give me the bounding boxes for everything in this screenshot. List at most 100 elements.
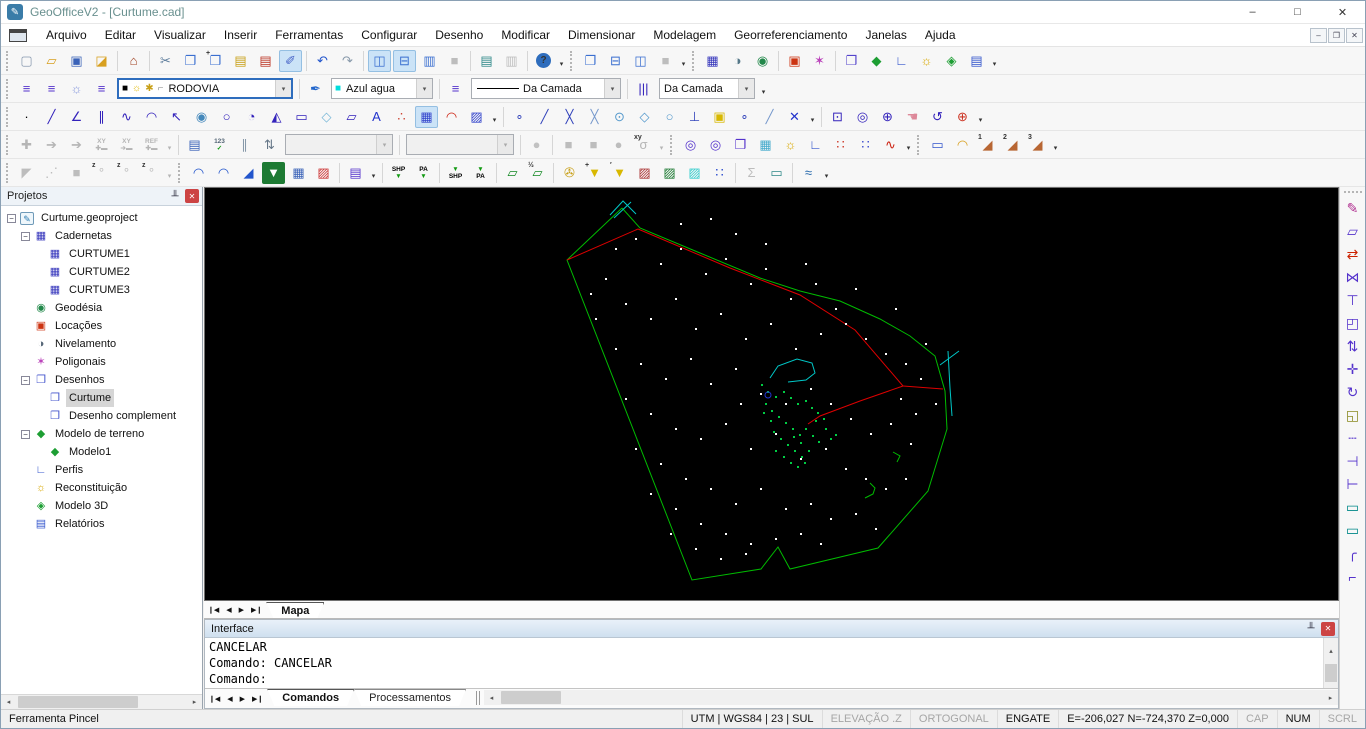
split-horizontal-icon[interactable]: ⊟ xyxy=(393,49,416,72)
maximize-button[interactable]: □ xyxy=(1275,1,1320,23)
zoom-extents-icon[interactable]: ◎ xyxy=(851,106,874,128)
layer-states-icon[interactable]: ≡ xyxy=(40,78,63,100)
target-circle-icon[interactable]: ◎ xyxy=(679,134,702,156)
terrain-model-icon[interactable]: ◆ xyxy=(865,50,888,72)
xy-view-icon[interactable]: ▥ xyxy=(418,50,441,72)
invert-order-icon[interactable]: ⇅ xyxy=(258,134,281,156)
tree-item-curtume[interactable]: ❐ Curtume xyxy=(35,389,202,407)
globe-icon[interactable]: ◉ xyxy=(751,50,774,72)
ruler-icon[interactable]: ▭ xyxy=(926,134,949,156)
rotated-rect-tool-icon[interactable]: ◇ xyxy=(315,106,338,128)
pa-import-icon[interactable]: PA ▼ xyxy=(412,162,435,184)
mirror-icon[interactable]: ⋈ xyxy=(1342,266,1364,289)
arc-tool-icon[interactable]: ◠ xyxy=(140,106,163,128)
nav-next-icon[interactable]: ▶ xyxy=(239,606,244,614)
polyline-tool-icon[interactable]: ∠ xyxy=(65,106,88,128)
view-disabled-icon[interactable]: ■ xyxy=(443,50,466,72)
xy-insert-icon[interactable]: XY ✚▬ xyxy=(90,134,113,156)
mdi-minimize-button[interactable]: – xyxy=(1310,27,1327,43)
snap-quadrant-icon[interactable]: ◇ xyxy=(633,106,656,128)
selection1-disabled-icon[interactable]: ■ xyxy=(557,134,580,156)
traverse-icon[interactable]: ✶ xyxy=(808,50,831,72)
circle-tangent-tool-icon[interactable]: ◭ xyxy=(265,106,288,128)
no-hatch-icon[interactable]: ▨ xyxy=(312,162,335,184)
zpoint2-disabled-icon[interactable]: ° z xyxy=(115,162,138,184)
cut-icon[interactable]: ✂ xyxy=(154,50,177,72)
snap-tangent-icon[interactable]: ○ xyxy=(658,106,681,128)
chamfer-icon[interactable]: ⌐ xyxy=(1342,565,1364,588)
format-overflow[interactable]: ▾ xyxy=(758,78,769,100)
menu-ajuda[interactable]: Ajuda xyxy=(916,25,965,45)
toolbar-drag-handle[interactable] xyxy=(1343,191,1362,195)
paste-icon[interactable]: ▤ xyxy=(229,50,252,72)
tree-item-poligonais[interactable]: ✶ Poligonais xyxy=(21,353,202,371)
nav-prev-icon[interactable]: ◀ xyxy=(226,606,231,614)
chevron-down-icon[interactable]: ▾ xyxy=(738,79,754,98)
tab-mapa[interactable]: Mapa xyxy=(266,602,324,618)
fan-disabled-icon[interactable]: ⋰ xyxy=(40,162,63,184)
snap-intersection-icon[interactable]: ╳ xyxy=(558,106,581,128)
model3d-icon[interactable]: ◈ xyxy=(940,50,963,72)
parallel-check-icon[interactable]: ∥ xyxy=(233,134,256,156)
report-icon[interactable]: ▤ xyxy=(965,50,988,72)
menu-visualizar[interactable]: Visualizar xyxy=(145,25,215,45)
text-tool-icon[interactable]: A xyxy=(365,106,388,128)
toolbar-drag-handle[interactable] xyxy=(6,162,10,183)
pill-icon[interactable]: ▭ xyxy=(765,162,788,184)
tree-item-perfis[interactable]: ∟ Perfis xyxy=(21,461,202,479)
polygon-area-icon[interactable]: ▱ xyxy=(501,162,524,184)
flag-hatch-icon[interactable]: ▨ xyxy=(633,162,656,184)
toolbar-drag-handle[interactable] xyxy=(670,134,674,155)
sigma-disabled-icon[interactable]: Σ xyxy=(740,162,763,184)
status-elevation[interactable]: ELEVAÇÃO .Z xyxy=(821,710,910,728)
nav-last-icon[interactable]: ▶❙ xyxy=(251,606,262,614)
console-tab-nav[interactable]: ❙◀ ◀ ▶ ▶❙ xyxy=(205,689,267,708)
tree-expander-icon[interactable]: − xyxy=(21,231,30,241)
tab-splitter[interactable] xyxy=(476,691,481,705)
tree-item-modelo-3d[interactable]: ◈ Modelo 3D xyxy=(21,497,202,515)
console-hscrollbar[interactable]: ◂ ▸ xyxy=(484,690,1338,705)
swoosh-icon[interactable]: ≈ xyxy=(797,162,820,184)
tree-item-modelo-de-terreno[interactable]: − ◆ Modelo de terreno xyxy=(21,425,202,443)
status-orthogonal[interactable]: ORTOGONAL xyxy=(909,710,997,728)
goto-point-icon[interactable]: ➔ xyxy=(40,134,63,156)
menu-ferramentas[interactable]: Ferramentas xyxy=(266,25,352,45)
profile1-icon[interactable]: ◢ 1 xyxy=(976,134,999,156)
menu-arquivo[interactable]: Arquivo xyxy=(37,25,96,45)
move-copy-icon[interactable]: ⇄ xyxy=(1342,243,1364,266)
scroll-right-icon[interactable]: ▸ xyxy=(1323,690,1338,705)
tile-vertical-icon[interactable]: ◫ xyxy=(629,50,652,72)
parallel-tool-icon[interactable]: ∥ xyxy=(90,106,113,128)
scale-icon[interactable]: ◱ xyxy=(1342,404,1364,427)
toolbar-drag-handle[interactable] xyxy=(6,78,10,99)
parallelogram-tool-icon[interactable]: ▱ xyxy=(340,106,363,128)
toolbar-drag-handle[interactable] xyxy=(6,50,10,71)
map-canvas[interactable] xyxy=(204,187,1339,601)
views-overflow[interactable]: ▾ xyxy=(989,50,1000,72)
zoom-previous-icon[interactable]: ↺ xyxy=(926,106,949,128)
tab-comandos[interactable]: Comandos xyxy=(267,689,354,706)
interface-close-icon[interactable]: ✕ xyxy=(1321,621,1335,636)
menu-janelas[interactable]: Janelas xyxy=(856,25,915,45)
layer-bulb-icon[interactable]: ☼ xyxy=(65,78,88,100)
menu-georreferenciamento[interactable]: Georreferenciamento xyxy=(725,25,856,45)
edit-points-overflow[interactable]: ▾ xyxy=(164,134,175,156)
array-icon[interactable]: ⇅ xyxy=(1342,335,1364,358)
move-icon[interactable]: ✛ xyxy=(1342,358,1364,381)
filter-add-icon[interactable]: ▼ + xyxy=(583,162,606,184)
tree-item-reconstitui-o[interactable]: ☼ Reconstituição xyxy=(21,479,202,497)
snap-none-icon[interactable]: ✕ xyxy=(783,106,806,128)
paint-bucket-icon[interactable]: ✒ xyxy=(304,78,327,100)
zoom-center-icon[interactable]: ⊕ xyxy=(951,106,974,128)
zpoint3-disabled-icon[interactable]: ° z xyxy=(140,162,163,184)
help-overflow[interactable]: ▾ xyxy=(556,50,567,72)
check-123-icon[interactable]: 123 ✓ xyxy=(208,134,231,156)
culvert-tool-icon[interactable]: ◠ xyxy=(440,106,463,128)
rotate-icon[interactable]: ↻ xyxy=(1342,381,1364,404)
gis-overflow[interactable]: ▾ xyxy=(821,162,832,184)
status-engate[interactable]: ENGATE xyxy=(996,710,1058,728)
polygon-half-icon[interactable]: ▱ ½ xyxy=(526,162,549,184)
dome-export-icon[interactable]: ◠ xyxy=(187,162,210,184)
tab-processamentos[interactable]: Processamentos xyxy=(354,689,466,706)
nav-first-icon[interactable]: ❙◀ xyxy=(208,606,219,614)
